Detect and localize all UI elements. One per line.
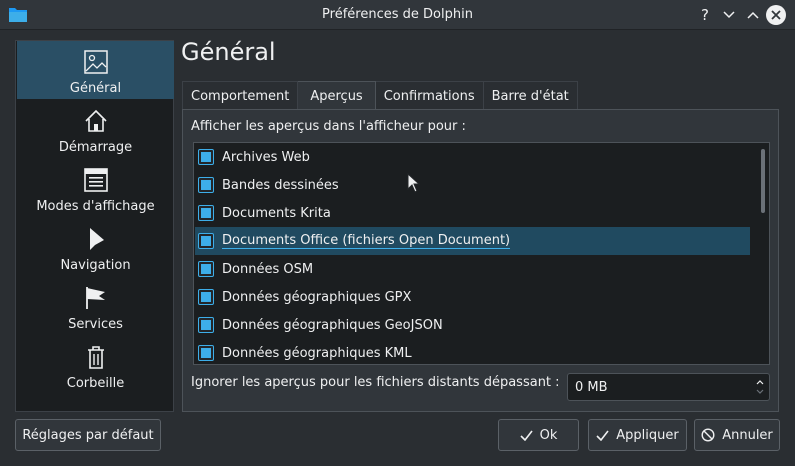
list-item[interactable]: Bandes dessinées: [195, 171, 750, 199]
sidebar-item-services[interactable]: Services: [17, 277, 174, 335]
remote-size-spinbox[interactable]: 0 MB: [567, 373, 770, 401]
checkbox-checked-mark: [201, 264, 211, 274]
list-item-label: Archives Web: [222, 149, 310, 165]
page-title: Général: [181, 38, 276, 66]
view-modes-icon: [83, 168, 108, 192]
checkbox-checked-mark: [201, 236, 211, 246]
checkbox-checked-mark: [201, 320, 211, 330]
tab-previews[interactable]: Aperçus: [298, 81, 376, 110]
trash-icon: [87, 346, 104, 369]
general-icon: [83, 50, 108, 74]
checkbox[interactable]: [198, 233, 214, 249]
checkbox[interactable]: [198, 345, 214, 361]
list-item-selected[interactable]: Documents Office (fichiers Open Document…: [195, 227, 750, 255]
previews-panel: Afficher les aperçus dans l'afficheur po…: [182, 109, 779, 412]
checkbox[interactable]: [198, 261, 214, 277]
minimize-button[interactable]: [719, 5, 739, 25]
home-icon: [84, 109, 107, 132]
checkbox[interactable]: [198, 149, 214, 165]
sidebar-item-trash[interactable]: Corbeille: [17, 336, 174, 394]
check-icon: [596, 430, 609, 441]
maximize-button[interactable]: [743, 5, 763, 25]
cancel-icon: [701, 428, 715, 442]
checkbox-checked-mark: [201, 208, 211, 218]
cancel-button[interactable]: Annuler: [694, 419, 780, 451]
help-icon: ?: [701, 6, 709, 24]
sidebar-item-startup[interactable]: Démarrage: [17, 100, 174, 158]
apply-button[interactable]: Appliquer: [588, 419, 687, 451]
list-item-label: Données géographiques GPX: [222, 289, 412, 305]
tab-confirmations[interactable]: Confirmations: [375, 81, 484, 110]
spinbox-value: 0 MB: [575, 379, 608, 395]
list-item-label: Données OSM: [222, 261, 314, 277]
sidebar-item-label: Général: [69, 81, 122, 96]
chevron-up-icon: [747, 11, 759, 19]
sidebar-item-label: Modes d'affichage: [36, 199, 155, 214]
list-scrollbar[interactable]: [761, 149, 765, 213]
tab-behavior[interactable]: Comportement: [182, 81, 299, 110]
tab-status-bar[interactable]: Barre d'état: [483, 81, 578, 110]
button-label: Appliquer: [616, 427, 679, 443]
check-icon: [520, 430, 533, 441]
tab-bar: Comportement Aperçus Confirmations Barre…: [182, 81, 578, 110]
list-item[interactable]: Archives Web: [195, 143, 750, 171]
previews-heading: Afficher les aperçus dans l'afficheur po…: [191, 119, 466, 134]
button-label: Annuler: [722, 427, 773, 443]
settings-sidebar: Général Démarrage Modes d'affichage Navi…: [15, 40, 174, 412]
close-icon: [771, 10, 781, 20]
checkbox-checked-mark: [201, 292, 211, 302]
list-item-label: Bandes dessinées: [222, 177, 339, 193]
sidebar-item-label: Corbeille: [66, 376, 125, 391]
remote-limit-label: Ignorer les aperçus pour les fichiers di…: [191, 375, 560, 390]
list-item-label: Données géographiques GeoJSON: [222, 317, 443, 333]
checkbox-checked-mark: [201, 152, 211, 162]
tab-label: Comportement: [191, 88, 290, 104]
list-item[interactable]: Données géographiques GPX: [195, 283, 750, 311]
tab-label: Aperçus: [310, 88, 363, 104]
tab-label: Barre d'état: [491, 88, 569, 104]
sidebar-item-view-modes[interactable]: Modes d'affichage: [17, 159, 174, 217]
button-label: Réglages par défaut: [22, 427, 154, 443]
mouse-cursor-icon: [407, 173, 421, 193]
preview-plugins-list[interactable]: Archives Web Bandes dessinées Documents …: [193, 142, 770, 365]
window-title: Préférences de Dolphin: [322, 7, 473, 22]
list-item-label: Données géographiques KML: [222, 345, 412, 361]
close-button[interactable]: [766, 5, 786, 25]
button-label: Ok: [539, 427, 558, 443]
list-item-label: Documents Office (fichiers Open Document…: [222, 233, 511, 249]
flag-icon: [85, 287, 105, 309]
list-item[interactable]: Données géographiques GeoJSON: [195, 311, 750, 339]
title-bar: Préférences de Dolphin ?: [0, 0, 795, 30]
checkbox[interactable]: [198, 177, 214, 193]
checkbox[interactable]: [198, 289, 214, 305]
checkbox-checked-mark: [201, 348, 211, 358]
sidebar-item-general[interactable]: Général: [17, 41, 174, 99]
help-button[interactable]: ?: [695, 5, 715, 25]
checkbox-checked-mark: [201, 180, 211, 190]
tab-label: Confirmations: [383, 88, 475, 104]
checkbox[interactable]: [198, 317, 214, 333]
navigation-cursor-icon: [89, 228, 104, 250]
list-item[interactable]: Données géographiques KML: [195, 339, 750, 364]
ok-button[interactable]: Ok: [498, 419, 579, 451]
list-item[interactable]: Données OSM: [195, 255, 750, 283]
sidebar-item-navigation[interactable]: Navigation: [17, 218, 174, 276]
checkbox[interactable]: [198, 205, 214, 221]
sidebar-item-label: Services: [68, 317, 123, 332]
defaults-button[interactable]: Réglages par défaut: [15, 419, 161, 451]
sidebar-item-label: Démarrage: [58, 140, 133, 155]
list-item[interactable]: Documents Krita: [195, 199, 750, 227]
sidebar-item-label: Navigation: [60, 258, 131, 273]
spin-arrows-icon[interactable]: [755, 377, 765, 397]
list-item-label: Documents Krita: [222, 205, 331, 221]
chevron-down-icon: [723, 11, 735, 19]
